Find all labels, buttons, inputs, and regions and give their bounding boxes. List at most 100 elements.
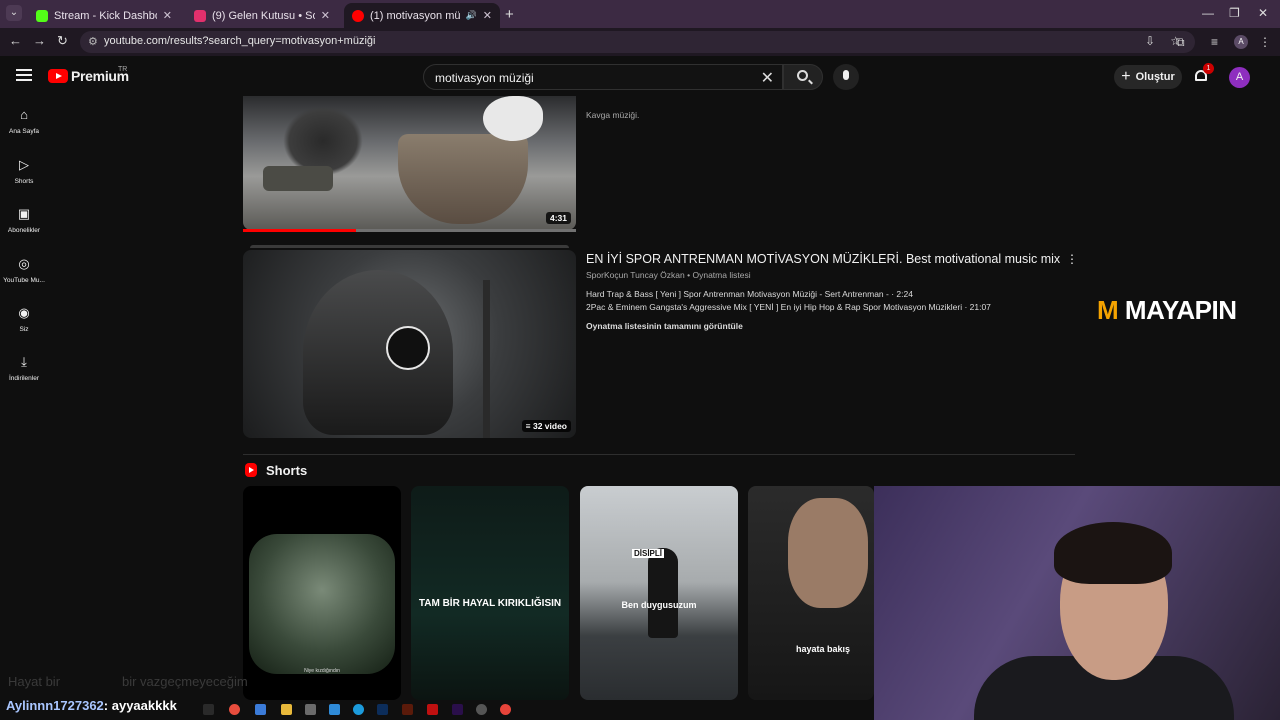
sidebar-item-label: YouTube Mu... <box>3 277 45 284</box>
shorts-icon: ▷ <box>19 157 29 172</box>
restore-button[interactable]: ❐ <box>1229 6 1240 20</box>
playlist-item[interactable]: Hard Trap & Bass [ Yeni ] Spor Antrenman… <box>586 289 913 299</box>
thumbnail-art <box>303 270 453 435</box>
playlist-stack-edge <box>250 245 569 248</box>
voice-search-button[interactable] <box>833 64 859 90</box>
playlist-kind: Oynatma listesi <box>692 270 751 280</box>
country-code: TR <box>118 66 128 73</box>
app-icon[interactable] <box>305 704 316 715</box>
sidebar-item-label: Ana Sayfa <box>9 128 39 135</box>
shorts-logo-icon <box>245 463 257 477</box>
short-card[interactable]: DİSİPLİ Ben duygusuzum <box>580 486 738 700</box>
menu-icon[interactable] <box>16 69 32 84</box>
chrome-icon[interactable] <box>229 704 240 715</box>
notification-badge: 1 <box>1203 63 1214 74</box>
minimize-button[interactable]: — <box>1202 6 1214 20</box>
youtube-header: Premium TR motivasyon müziği ✕ + Oluştur… <box>0 56 1280 96</box>
tab-youtube-search[interactable]: (1) motivasyon müziği - You 🔊 ✕ <box>344 3 500 28</box>
sidebar-item-label: Siz <box>19 326 29 333</box>
you-icon: ◉ <box>18 305 30 320</box>
extensions-icon[interactable]: ⧉ <box>1176 35 1185 50</box>
site-info-icon[interactable]: ⚙ <box>88 35 98 48</box>
youtube-logo-icon[interactable] <box>48 69 68 83</box>
app-icon[interactable] <box>427 704 438 715</box>
sidebar-item-downloads[interactable]: ⤓ İndirilenler <box>0 355 48 397</box>
tab-search-button[interactable]: ⌄ <box>6 5 22 21</box>
illustrator-icon[interactable] <box>402 704 413 715</box>
account-avatar[interactable]: A <box>1229 67 1250 88</box>
sidebar-item-home[interactable]: ⌂ Ana Sayfa <box>0 108 48 150</box>
sponsor-m-icon: M <box>1097 295 1119 325</box>
microphone-icon <box>843 70 849 80</box>
notifications-button[interactable]: 1 <box>1194 63 1214 83</box>
sidebar-item-shorts[interactable]: ▷ Shorts <box>0 158 48 200</box>
premiere-icon[interactable] <box>452 704 463 715</box>
playlist-thumbnail[interactable]: ≡ 32 video <box>243 250 576 438</box>
chrome-icon[interactable] <box>500 704 511 715</box>
downloads-icon: ⤓ <box>21 354 27 369</box>
playlist-title[interactable]: EN İYİ SPOR ANTRENMAN MOTİVASYON MÜZİKLE… <box>586 252 1060 266</box>
browser-profile-avatar[interactable]: A <box>1234 35 1248 49</box>
sidebar-item-youtube-music[interactable]: ◎ YouTube Mu... <box>0 257 48 299</box>
playlist-meta: SporKoçun Tuncay Özkan • Oynatma listesi <box>586 270 751 280</box>
address-bar[interactable]: ⚙ youtube.com/results?search_query=motiv… <box>80 31 1195 53</box>
sidebar-item-label: Abonelikler <box>7 227 41 234</box>
back-button[interactable]: ← <box>9 33 22 48</box>
thumbnail-art <box>398 134 528 224</box>
new-tab-button[interactable]: + <box>505 6 514 23</box>
install-app-icon[interactable]: ⇩ <box>1145 34 1155 48</box>
close-icon[interactable]: ✕ <box>321 9 330 22</box>
playlist-item[interactable]: 2Pac & Eminem Gangsta's Aggressive Mix [… <box>586 302 991 312</box>
kick-icon <box>36 9 48 22</box>
tab-title: (9) Gelen Kutusu • Sohbetler <box>212 9 315 22</box>
sidebar-item-label: İndirilenler <box>9 375 39 382</box>
channel-emblem-icon <box>386 326 430 370</box>
short-caption: TAM BİR HAYAL KIRIKLIĞISIN <box>418 598 562 609</box>
short-thumbnail-art <box>249 534 395 674</box>
youtube-icon <box>352 9 364 22</box>
create-button[interactable]: + Oluştur <box>1114 65 1182 89</box>
tab-kick-dashboard[interactable]: Stream - Kick Dashboard ✕ <box>28 3 180 28</box>
search-button[interactable] <box>783 64 823 90</box>
chat-username: Aylinnn1727362 <box>6 698 104 713</box>
close-icon[interactable]: ✕ <box>483 9 492 22</box>
instagram-icon <box>194 9 206 22</box>
tab-title: (1) motivasyon müziği - You <box>370 9 460 22</box>
photoshop-icon[interactable] <box>377 704 388 715</box>
short-caption: hayata bakış <box>796 644 851 654</box>
more-actions-icon[interactable]: ⋮ <box>1066 252 1078 266</box>
browser-tab-strip: ⌄ Stream - Kick Dashboard ✕ (9) Gelen Ku… <box>0 0 1280 28</box>
sponsor-logo: M MAYAPIN <box>1097 295 1237 326</box>
sidebar-item-you[interactable]: ◉ Siz <box>0 306 48 348</box>
short-card[interactable]: TAM BİR HAYAL KIRIKLIĞISIN <box>411 486 569 700</box>
speaker-icon[interactable]: 🔊 <box>466 10 477 21</box>
search-icon <box>797 70 808 81</box>
tab-instagram-inbox[interactable]: (9) Gelen Kutusu • Sohbetler ✕ <box>186 3 338 28</box>
browser-menu-icon[interactable]: ⋮ <box>1259 35 1271 49</box>
close-window-button[interactable]: ✕ <box>1258 6 1268 20</box>
sidebar-item-label: Shorts <box>14 178 34 185</box>
search-input[interactable]: motivasyon müziği ✕ <box>423 64 783 90</box>
view-full-playlist-link[interactable]: Oynatma listesinin tamamını görüntüle <box>586 321 743 331</box>
video-thumbnail[interactable]: 4:31 <box>243 96 576 230</box>
short-card[interactable]: Niye kızdığındın <box>243 486 401 700</box>
channel-name[interactable]: SporKoçun Tuncay Özkan <box>586 270 685 280</box>
taskview-icon[interactable] <box>203 704 214 715</box>
webcam-art <box>1054 522 1172 584</box>
address-url: youtube.com/results?search_query=motivas… <box>104 35 376 47</box>
app-icon[interactable] <box>476 704 487 715</box>
clear-search-icon[interactable]: ✕ <box>761 68 774 88</box>
stream-chat-message: Aylinnn1727362: ayyaakkkk <box>6 698 177 713</box>
reload-button[interactable]: ↻ <box>57 33 68 49</box>
thumbnail-art <box>483 280 490 438</box>
short-card[interactable]: hayata bakış <box>748 486 874 700</box>
media-controls-icon[interactable]: ≡ <box>1211 35 1218 49</box>
faded-chat-text: bir vazgeçmeyeceğim <box>122 674 248 689</box>
close-icon[interactable]: ✕ <box>163 9 172 22</box>
edge-icon[interactable] <box>353 704 364 715</box>
app-icon[interactable] <box>255 704 266 715</box>
app-icon[interactable] <box>329 704 340 715</box>
folder-icon[interactable] <box>281 704 292 715</box>
sidebar-item-subscriptions[interactable]: ▣ Abonelikler <box>0 207 48 249</box>
forward-button[interactable]: → <box>33 33 46 48</box>
